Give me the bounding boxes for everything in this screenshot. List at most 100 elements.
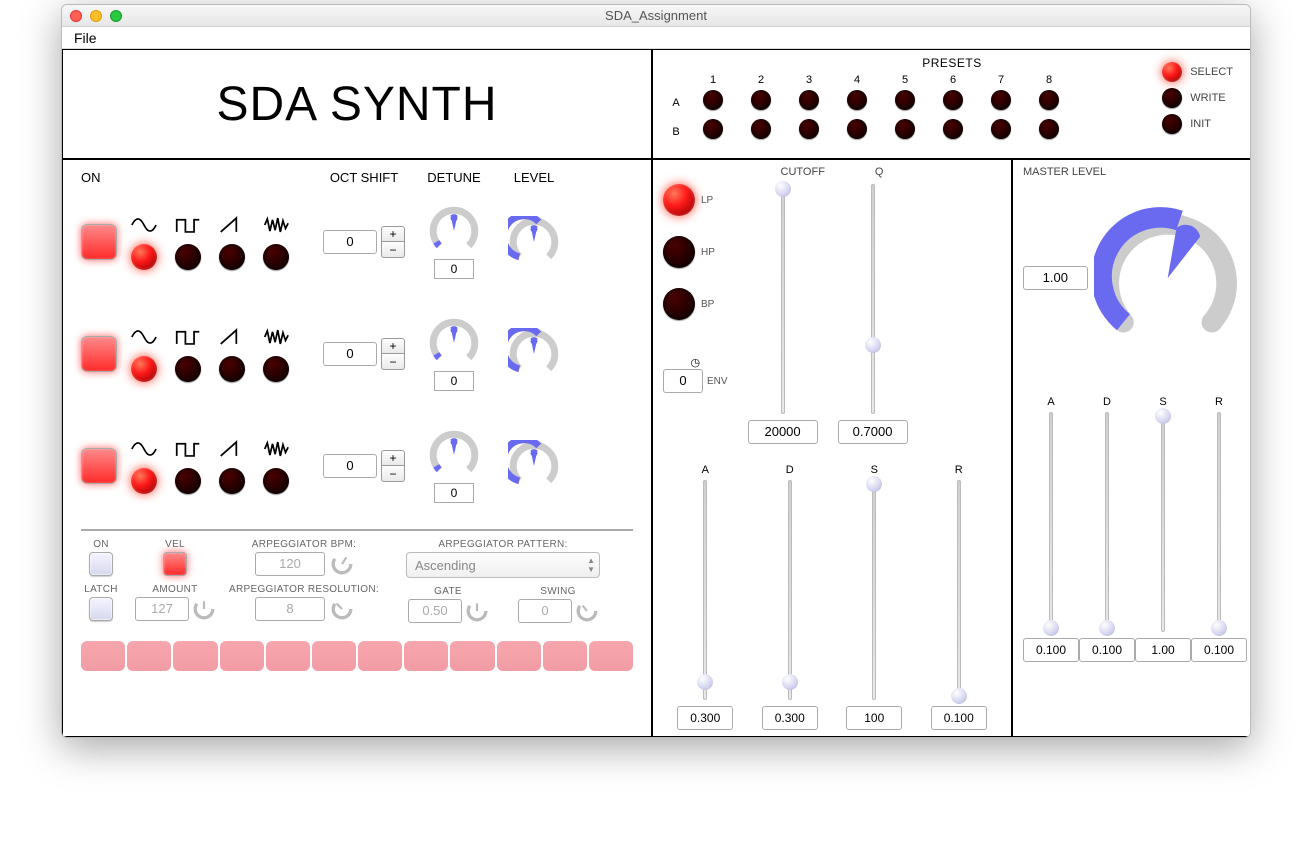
preset-slot-A4[interactable]	[847, 90, 867, 110]
osc2-on-button[interactable]	[81, 336, 117, 372]
osc2-wave-saw-led[interactable]	[219, 356, 245, 382]
seq-step-6[interactable]	[312, 641, 356, 671]
seq-step-9[interactable]	[450, 641, 494, 671]
filter-adsr-d-value[interactable]: 0.300	[762, 706, 818, 730]
preset-select-led[interactable]	[1162, 62, 1182, 82]
arp-amount-knob[interactable]	[193, 598, 215, 620]
osc1-detune-value[interactable]: 0	[434, 259, 474, 279]
filter-adsr-d-slider[interactable]	[779, 480, 801, 700]
preset-slot-B2[interactable]	[751, 119, 771, 139]
osc1-wave-saw-led[interactable]	[219, 244, 245, 270]
filter-lp-led[interactable]	[663, 184, 695, 216]
arp-on-button[interactable]	[89, 552, 113, 576]
arp-latch-button[interactable]	[89, 597, 113, 621]
osc2-oct-value[interactable]: 0	[323, 342, 377, 366]
arp-bpm-knob[interactable]	[331, 553, 353, 575]
preset-slot-B8[interactable]	[1039, 119, 1059, 139]
seq-step-2[interactable]	[127, 641, 171, 671]
master-level-knob[interactable]	[1094, 198, 1241, 358]
osc3-wave-sine-led[interactable]	[131, 468, 157, 494]
preset-slot-A5[interactable]	[895, 90, 915, 110]
filter-adsr-r-value[interactable]: 0.100	[931, 706, 987, 730]
master-adsr-a-slider[interactable]	[1040, 412, 1062, 632]
seq-step-11[interactable]	[543, 641, 587, 671]
osc1-detune-knob[interactable]	[428, 205, 480, 257]
arp-amount-value[interactable]: 127	[135, 597, 189, 621]
seq-step-12[interactable]	[589, 641, 633, 671]
osc2-level-knob[interactable]	[508, 328, 560, 380]
master-adsr-r-value[interactable]: 0.100	[1191, 638, 1247, 662]
osc1-oct-value[interactable]: 0	[323, 230, 377, 254]
filter-adsr-s-value[interactable]: 100	[846, 706, 902, 730]
master-adsr-d-value[interactable]: 0.100	[1079, 638, 1135, 662]
seq-step-3[interactable]	[173, 641, 217, 671]
osc2-detune-value[interactable]: 0	[434, 371, 474, 391]
filter-adsr-s-slider[interactable]	[863, 480, 885, 700]
osc1-wave-square-led[interactable]	[175, 244, 201, 270]
preset-slot-A8[interactable]	[1039, 90, 1059, 110]
preset-slot-B3[interactable]	[799, 119, 819, 139]
osc1-on-button[interactable]	[81, 224, 117, 260]
osc1-level-knob[interactable]	[508, 216, 560, 268]
stepper-down-button[interactable]: −	[381, 466, 405, 482]
osc3-oct-value[interactable]: 0	[323, 454, 377, 478]
preset-slot-B6[interactable]	[943, 119, 963, 139]
seq-step-4[interactable]	[220, 641, 264, 671]
preset-slot-A6[interactable]	[943, 90, 963, 110]
filter-env-value[interactable]: 0	[663, 369, 703, 393]
preset-slot-B1[interactable]	[703, 119, 723, 139]
seq-step-8[interactable]	[404, 641, 448, 671]
stepper-up-button[interactable]: +	[381, 338, 405, 354]
preset-init-led[interactable]	[1162, 114, 1182, 134]
filter-hp-led[interactable]	[663, 236, 695, 268]
master-adsr-s-slider[interactable]	[1152, 412, 1174, 632]
osc2-detune-knob[interactable]	[428, 317, 480, 369]
seq-step-5[interactable]	[266, 641, 310, 671]
osc3-wave-saw-led[interactable]	[219, 468, 245, 494]
menu-file[interactable]: File	[68, 28, 103, 48]
filter-adsr-a-value[interactable]: 0.300	[677, 706, 733, 730]
master-adsr-r-slider[interactable]	[1208, 412, 1230, 632]
osc3-oct-stepper[interactable]: + −	[381, 450, 405, 482]
filter-adsr-r-slider[interactable]	[948, 480, 970, 700]
arp-vel-button[interactable]	[163, 552, 187, 576]
arp-res-value[interactable]: 8	[255, 597, 325, 621]
filter-adsr-a-slider[interactable]	[694, 480, 716, 700]
filter-bp-led[interactable]	[663, 288, 695, 320]
filter-cutoff-value[interactable]: 20000	[748, 420, 818, 444]
stepper-down-button[interactable]: −	[381, 242, 405, 258]
seq-step-7[interactable]	[358, 641, 402, 671]
master-adsr-d-slider[interactable]	[1096, 412, 1118, 632]
osc2-oct-stepper[interactable]: + −	[381, 338, 405, 370]
osc2-wave-noise-led[interactable]	[263, 356, 289, 382]
preset-slot-A2[interactable]	[751, 90, 771, 110]
preset-slot-A7[interactable]	[991, 90, 1011, 110]
preset-slot-B7[interactable]	[991, 119, 1011, 139]
filter-cutoff-slider[interactable]	[772, 184, 794, 414]
preset-slot-A3[interactable]	[799, 90, 819, 110]
arp-gate-knob[interactable]	[466, 600, 488, 622]
arp-bpm-value[interactable]: 120	[255, 552, 325, 576]
seq-step-1[interactable]	[81, 641, 125, 671]
arp-res-knob[interactable]	[331, 598, 353, 620]
osc3-on-button[interactable]	[81, 448, 117, 484]
osc1-oct-stepper[interactable]: + −	[381, 226, 405, 258]
arp-pattern-select[interactable]: Ascending ▲▼	[406, 552, 600, 578]
osc1-wave-sine-led[interactable]	[131, 244, 157, 270]
osc2-wave-square-led[interactable]	[175, 356, 201, 382]
master-adsr-s-value[interactable]: 1.00	[1135, 638, 1191, 662]
preset-slot-B4[interactable]	[847, 119, 867, 139]
filter-q-slider[interactable]	[862, 184, 884, 414]
master-level-value[interactable]: 1.00	[1023, 266, 1088, 290]
master-adsr-a-value[interactable]: 0.100	[1023, 638, 1079, 662]
filter-q-value[interactable]: 0.7000	[838, 420, 908, 444]
osc3-detune-knob[interactable]	[428, 429, 480, 481]
osc2-wave-sine-led[interactable]	[131, 356, 157, 382]
arp-gate-value[interactable]: 0.50	[408, 599, 462, 623]
stepper-down-button[interactable]: −	[381, 354, 405, 370]
preset-write-led[interactable]	[1162, 88, 1182, 108]
arp-swing-knob[interactable]	[576, 600, 598, 622]
osc3-wave-noise-led[interactable]	[263, 468, 289, 494]
stepper-up-button[interactable]: +	[381, 226, 405, 242]
preset-slot-B5[interactable]	[895, 119, 915, 139]
